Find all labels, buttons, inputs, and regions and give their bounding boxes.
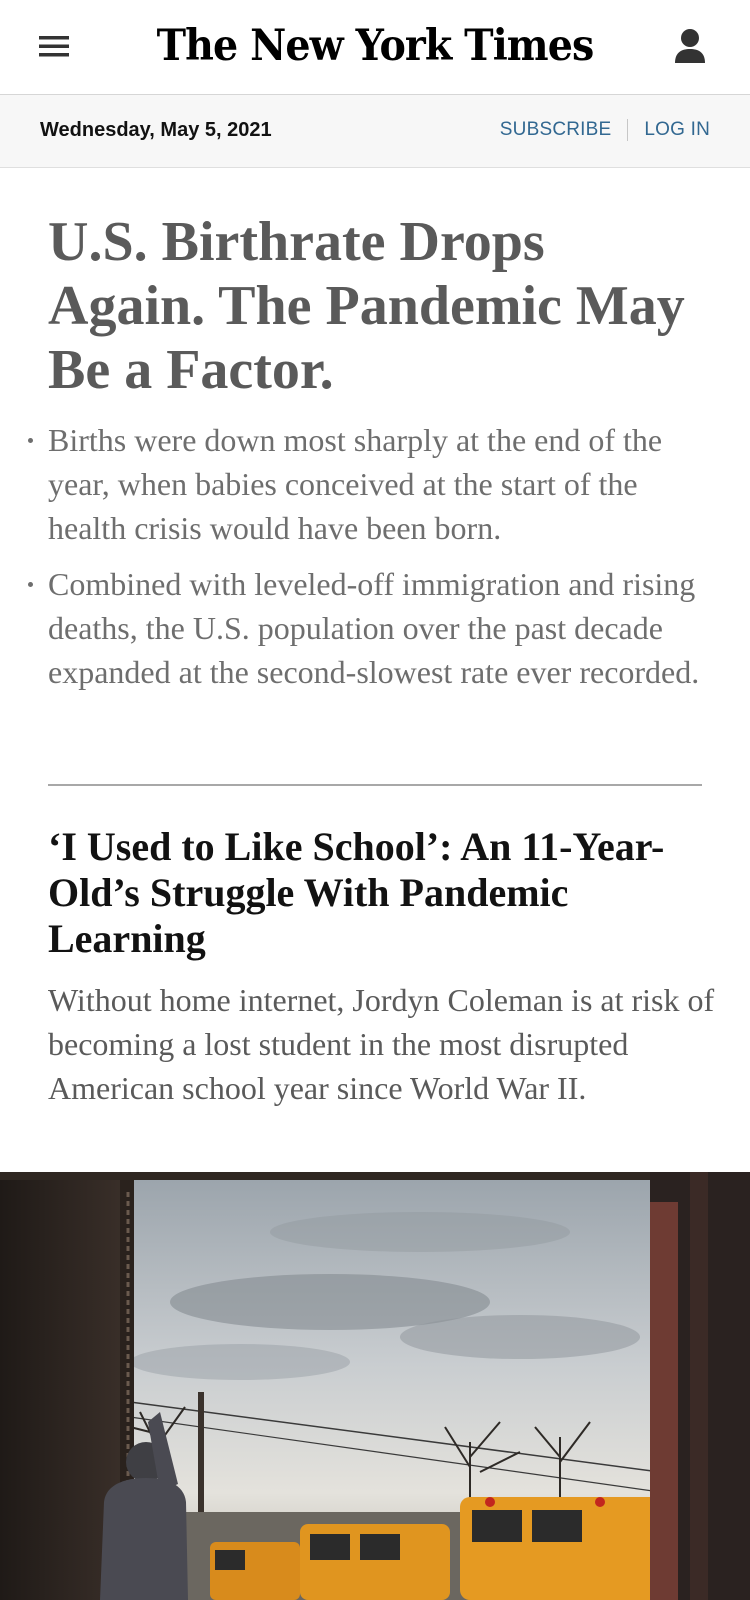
story-photo[interactable]: [0, 1172, 750, 1600]
second-story: ‘I Used to Like School’: An 11-Year-Old’…: [48, 824, 718, 1110]
account-button[interactable]: [670, 26, 710, 70]
bullet-dot-icon: [28, 438, 33, 443]
lead-story: U.S. Birthrate Drops Again. The Pandemic…: [28, 210, 708, 706]
login-link[interactable]: LOG IN: [644, 119, 710, 141]
bullet-text: Combined with leveled-off immigration an…: [48, 566, 700, 690]
second-story-headline[interactable]: ‘I Used to Like School’: An 11-Year-Old’…: [48, 824, 718, 962]
bullet-item[interactable]: Births were down most sharply at the end…: [28, 418, 708, 550]
second-story-summary[interactable]: Without home internet, Jordyn Coleman is…: [48, 978, 718, 1110]
link-divider: [627, 119, 629, 141]
bullet-dot-icon: [28, 582, 33, 587]
story-divider: [48, 784, 702, 786]
user-account-icon: [674, 28, 706, 69]
subscribe-link[interactable]: SUBSCRIBE: [500, 119, 612, 141]
lead-story-headline[interactable]: U.S. Birthrate Drops Again. The Pandemic…: [48, 210, 708, 402]
account-links: SUBSCRIBE LOG IN: [500, 119, 710, 141]
nyt-logo[interactable]: The New York Times: [30, 16, 720, 76]
bullet-text: Births were down most sharply at the end…: [48, 422, 663, 546]
top-header: The New York Times: [0, 0, 750, 95]
bullet-item[interactable]: Combined with leveled-off immigration an…: [28, 562, 708, 694]
current-date: Wednesday, May 5, 2021: [40, 119, 272, 141]
lead-story-bullets: Births were down most sharply at the end…: [28, 418, 708, 694]
date-bar: Wednesday, May 5, 2021 SUBSCRIBE LOG IN: [0, 95, 750, 168]
